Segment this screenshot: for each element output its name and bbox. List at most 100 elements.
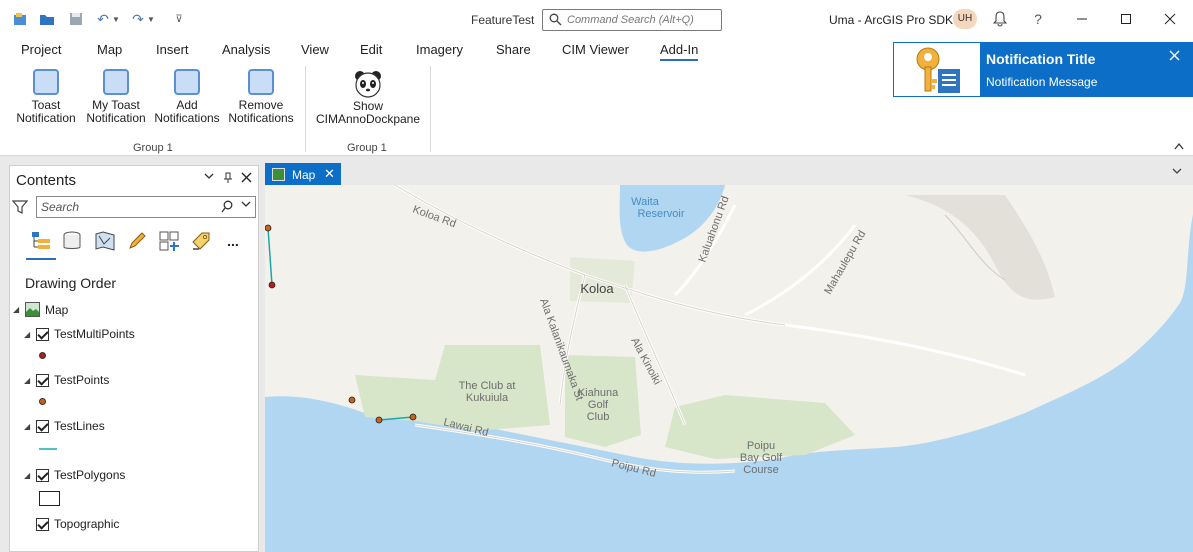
close-window-icon[interactable] [1161,10,1179,28]
collapse-icon[interactable]: ◢ [24,422,30,431]
tab-cim-viewer[interactable]: CIM Viewer [562,42,629,57]
pin-icon[interactable] [223,172,233,187]
undo-dropdown-icon[interactable]: ▼ [111,9,121,29]
waita-reservoir-label: Waita [631,196,660,208]
toast-notification-button[interactable]: Toast Notification [12,66,80,125]
test-line-feature [267,227,273,286]
command-search-input[interactable] [567,12,717,28]
minimize-icon[interactable] [1073,10,1091,28]
collapse-ribbon-icon[interactable] [1174,141,1184,153]
tab-imagery[interactable]: Imagery [416,42,463,57]
contents-search[interactable] [36,196,256,218]
tab-view[interactable]: View [301,42,329,57]
user-info[interactable]: Uma - ArcGIS Pro SDK [829,13,953,27]
notification-title: Notification Title [986,51,1096,67]
chevron-down-icon[interactable] [204,172,214,183]
maximize-icon[interactable] [1117,10,1135,28]
layer-testpoints[interactable]: TestPoints [54,373,109,387]
list-by-snapping-icon[interactable] [157,229,181,253]
contents-search-input[interactable] [41,200,211,214]
test-point-feature [409,413,417,421]
layer-testlines[interactable]: TestLines [54,419,105,433]
show-cimannodockpane-button[interactable]: Show CIMAnnoDockpane [313,66,423,126]
collapse-icon[interactable]: ◢ [24,376,30,385]
layer-testmultipoints[interactable]: TestMultiPoints [54,327,135,341]
layer-topographic[interactable]: Topographic [54,517,119,531]
club-label: Kukuiula [466,392,509,404]
save-icon[interactable] [66,9,86,29]
redo-icon[interactable]: ↷ [128,9,148,29]
layer-visibility-checkbox[interactable] [36,374,49,387]
chevron-down-icon[interactable] [1172,167,1182,178]
kiahuna-label: Club [587,411,610,423]
button-label-line2: Notification [86,111,146,125]
list-by-editing-icon[interactable] [125,229,149,253]
my-toast-notification-button[interactable]: My Toast Notification [82,66,150,125]
test-multipoint-feature [268,281,276,289]
close-icon[interactable] [1169,48,1180,64]
group-separator [430,66,431,152]
koloa-label: Koloa [580,281,614,296]
tab-project[interactable]: Project [21,42,61,57]
list-by-source-icon[interactable] [60,229,84,253]
title-bar: ↶ ▼ ↷ ▼ ⊽ FeatureTest Uma - ArcGIS Pro S… [0,0,1193,38]
collapse-icon[interactable]: ◢ [24,471,30,480]
kiahuna-label: Kiahuna [578,387,619,399]
button-label-line2: Notifications [228,111,294,125]
tab-map[interactable]: Map [97,42,122,57]
map-view[interactable]: Waita Reservoir Koloa Koloa Rd Kaluahonu… [265,185,1193,552]
remove-notifications-button[interactable]: Remove Notifications [225,66,297,125]
contents-pane: Contents ... Drawing Order ◢ [9,165,259,552]
layer-map[interactable]: Map [45,303,68,317]
poipu-bay-label: Bay Golf [740,452,783,464]
layer-visibility-checkbox[interactable] [36,328,49,341]
contents-title: Contents [16,172,77,189]
redo-dropdown-icon[interactable]: ▼ [146,9,156,29]
help-icon[interactable]: ? [1029,10,1047,28]
avatar[interactable]: UH [953,9,977,29]
command-search[interactable] [542,9,722,31]
tab-edit[interactable]: Edit [360,42,382,57]
add-notifications-button[interactable]: Add Notifications [151,66,223,125]
close-icon[interactable]: ✕ [324,166,335,182]
layer-visibility-checkbox[interactable] [36,518,49,531]
poipu-bay-label: Course [743,464,778,476]
map-icon [25,302,40,317]
list-by-selection-icon[interactable] [93,229,117,253]
tab-analysis[interactable]: Analysis [222,42,270,57]
list-by-drawing-order-icon[interactable] [29,229,53,253]
layer-testpolygons[interactable]: TestPolygons [54,468,125,482]
map-tab-label: Map [292,168,316,182]
tab-add-in[interactable]: Add-In [660,42,699,61]
waita-reservoir-label: Reservoir [637,208,684,220]
more-options-icon[interactable]: ... [221,229,245,253]
polygon-symbol [39,491,60,506]
chevron-down-icon[interactable] [241,200,251,211]
collapse-icon[interactable]: ◢ [24,330,30,339]
list-by-labeling-icon[interactable] [189,229,213,253]
new-project-icon[interactable] [10,9,30,29]
point-symbol [39,352,46,359]
search-icon[interactable] [221,200,234,216]
tab-insert[interactable]: Insert [156,42,189,57]
line-symbol [39,448,57,450]
ocean [265,185,1193,552]
layer-visibility-checkbox[interactable] [36,420,49,433]
layer-visibility-checkbox[interactable] [36,469,49,482]
collapse-icon[interactable]: ◢ [13,305,19,314]
filter-icon[interactable] [11,199,29,218]
button-square-icon [103,69,129,95]
group-separator [305,66,306,152]
bell-icon[interactable] [991,10,1009,28]
project-name: FeatureTest [471,13,535,27]
tab-share[interactable]: Share [496,42,531,57]
toast-notification[interactable]: Notification Title Notification Message [893,42,1193,97]
notification-key-icon [894,43,980,96]
customize-toolbar-icon[interactable]: ⊽ [169,9,189,29]
road [784,323,1026,377]
active-view-indicator [26,258,56,260]
tab-map-view[interactable]: Map ✕ [265,163,341,186]
open-project-icon[interactable] [37,9,57,29]
undo-icon[interactable]: ↶ [93,9,113,29]
close-pane-icon[interactable] [241,172,252,186]
